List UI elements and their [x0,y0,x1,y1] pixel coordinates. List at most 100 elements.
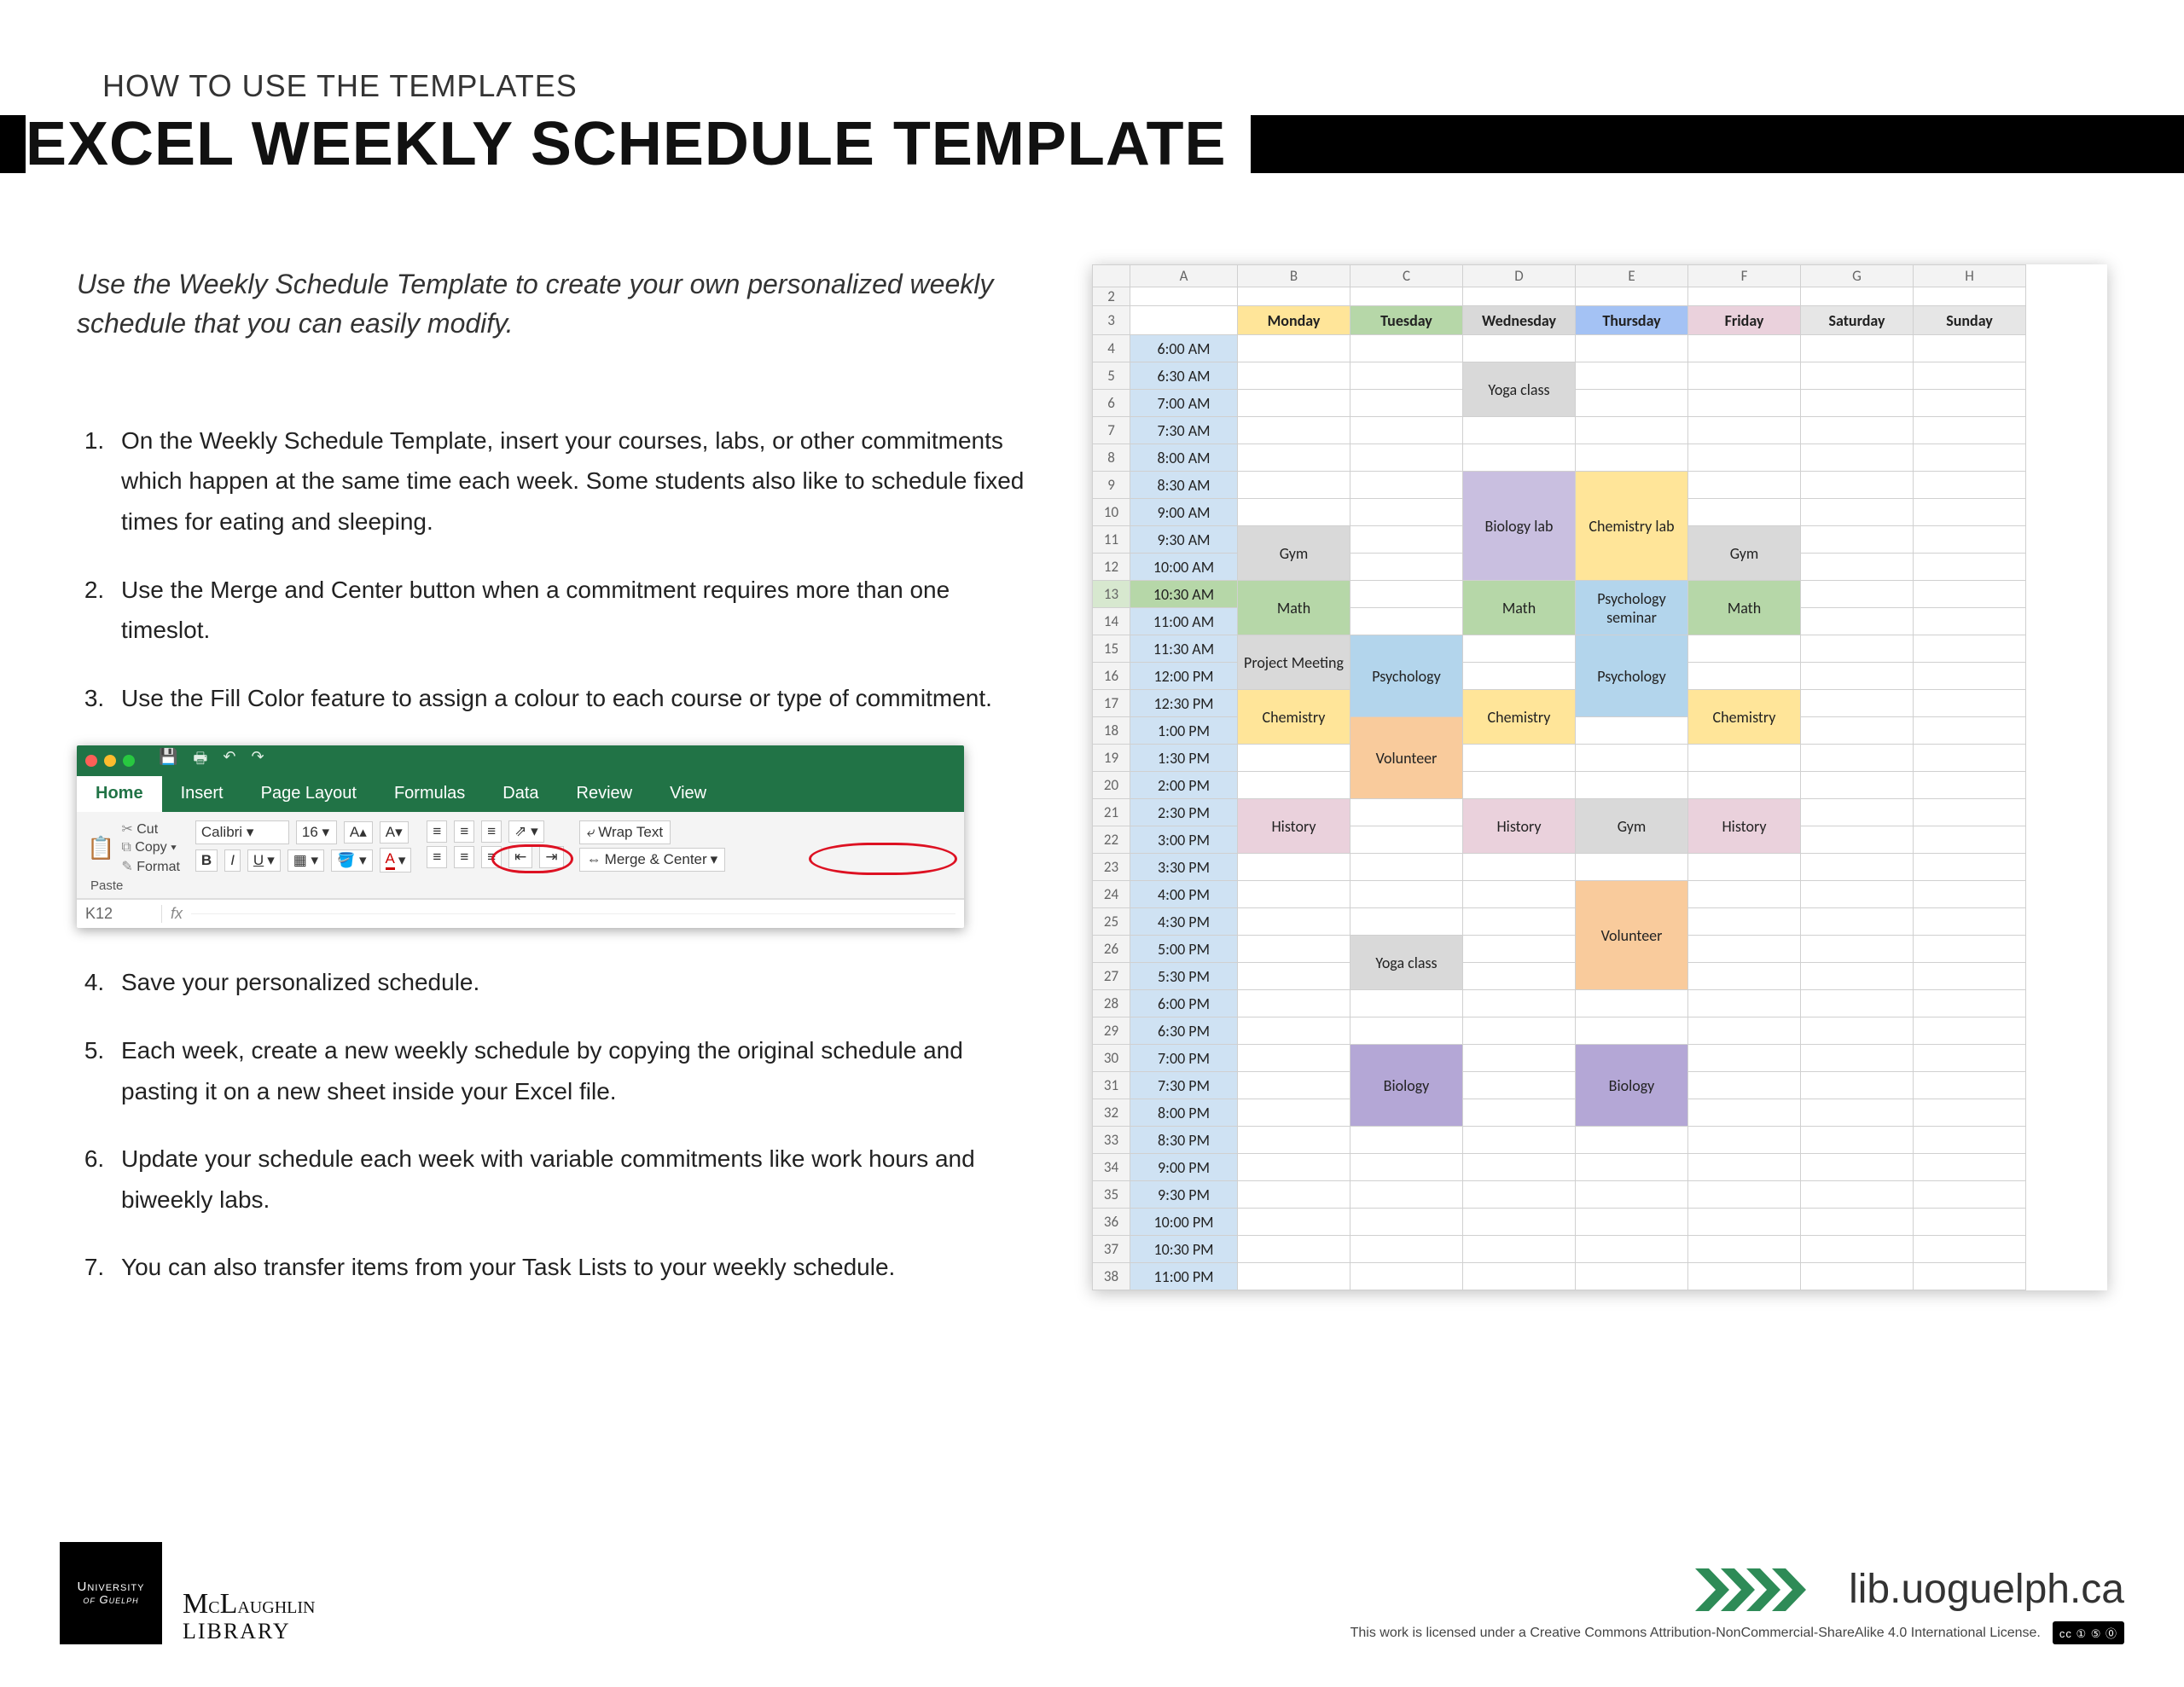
empty-cell[interactable] [1463,1099,1576,1127]
empty-cell[interactable] [1688,1127,1801,1154]
row-header[interactable]: 18 [1093,717,1130,745]
empty-cell[interactable] [1801,554,1914,581]
row-header[interactable]: 32 [1093,1099,1130,1127]
empty-cell[interactable] [1914,1072,2026,1099]
empty-cell[interactable] [1688,1154,1801,1181]
empty-cell[interactable] [1463,1181,1576,1209]
row-header[interactable]: 20 [1093,772,1130,799]
empty-cell[interactable] [1688,1236,1801,1263]
empty-cell[interactable] [1801,1127,1914,1154]
empty-cell[interactable] [1238,1045,1350,1072]
empty-cell[interactable] [1238,1154,1350,1181]
empty-cell[interactable] [1801,1209,1914,1236]
empty-cell[interactable] [1801,1263,1914,1290]
empty-cell[interactable] [1688,772,1801,799]
row-header[interactable]: 14 [1093,608,1130,635]
empty-cell[interactable] [1238,1017,1350,1045]
empty-cell[interactable] [1914,1045,2026,1072]
empty-cell[interactable] [1914,444,2026,472]
empty-cell[interactable] [1238,745,1350,772]
row-header[interactable]: 25 [1093,908,1130,936]
empty-cell[interactable] [1576,1181,1688,1209]
empty-cell[interactable] [1238,472,1350,499]
row-header[interactable]: 34 [1093,1154,1130,1181]
row-header[interactable]: 36 [1093,1209,1130,1236]
align-center-button[interactable]: ≡ [454,846,474,868]
empty-cell[interactable] [1576,417,1688,444]
row-header[interactable]: 27 [1093,963,1130,990]
column-header[interactable]: B [1238,265,1350,287]
empty-cell[interactable] [1914,772,2026,799]
empty-cell[interactable] [1688,499,1801,526]
empty-cell[interactable] [1576,362,1688,390]
column-header[interactable]: D [1463,265,1576,287]
empty-cell[interactable] [1463,908,1576,936]
empty-cell[interactable] [1801,390,1914,417]
empty-cell[interactable] [1238,1236,1350,1263]
empty-cell[interactable] [1576,990,1688,1017]
empty-cell[interactable] [1350,444,1463,472]
row-header[interactable]: 28 [1093,990,1130,1017]
empty-cell[interactable] [1576,1236,1688,1263]
empty-cell[interactable] [1801,1045,1914,1072]
tab-home[interactable]: Home [77,776,162,812]
row-header[interactable]: 29 [1093,1017,1130,1045]
empty-cell[interactable] [1801,1072,1914,1099]
empty-cell[interactable] [1238,854,1350,881]
row-header[interactable]: 5 [1093,362,1130,390]
column-header[interactable]: G [1801,265,1914,287]
empty-cell[interactable] [1463,881,1576,908]
empty-cell[interactable] [1801,472,1914,499]
empty-cell[interactable] [1801,635,1914,663]
copy-button[interactable]: ⧉ Copy ▾ [121,840,180,855]
empty-cell[interactable] [1688,908,1801,936]
italic-button[interactable]: I [224,849,241,872]
empty-cell[interactable] [1463,1072,1576,1099]
row-header[interactable]: 19 [1093,745,1130,772]
empty-cell[interactable] [1688,854,1801,881]
empty-cell[interactable] [1801,362,1914,390]
empty-cell[interactable] [1801,1154,1914,1181]
empty-cell[interactable] [1463,635,1576,663]
empty-cell[interactable] [1688,663,1801,690]
row-header[interactable]: 17 [1093,690,1130,717]
empty-cell[interactable] [1801,335,1914,362]
empty-cell[interactable] [1350,990,1463,1017]
row-header[interactable]: 7 [1093,417,1130,444]
row-header[interactable]: 11 [1093,526,1130,554]
empty-cell[interactable] [1576,745,1688,772]
empty-cell[interactable] [1576,390,1688,417]
column-header[interactable]: C [1350,265,1463,287]
empty-cell[interactable] [1463,1263,1576,1290]
empty-cell[interactable] [1463,1045,1576,1072]
empty-cell[interactable] [1914,608,2026,635]
tab-view[interactable]: View [651,776,725,812]
empty-cell[interactable] [1914,472,2026,499]
empty-cell[interactable] [1688,1263,1801,1290]
tab-insert[interactable]: Insert [162,776,242,812]
name-box[interactable]: K12 [85,905,162,923]
empty-cell[interactable] [1688,1017,1801,1045]
row-header[interactable]: 12 [1093,554,1130,581]
row-header[interactable]: 23 [1093,854,1130,881]
column-header[interactable]: A [1130,265,1238,287]
empty-cell[interactable] [1350,472,1463,499]
row-header[interactable]: 10 [1093,499,1130,526]
empty-cell[interactable] [1801,854,1914,881]
empty-cell[interactable] [1801,417,1914,444]
empty-cell[interactable] [1350,581,1463,608]
empty-cell[interactable] [1238,881,1350,908]
column-header[interactable]: F [1688,265,1801,287]
row-header[interactable]: 15 [1093,635,1130,663]
empty-cell[interactable] [1238,772,1350,799]
empty-cell[interactable] [1576,1263,1688,1290]
empty-cell[interactable] [1801,745,1914,772]
empty-cell[interactable] [1350,1127,1463,1154]
empty-cell[interactable] [1350,1236,1463,1263]
empty-cell[interactable] [1238,417,1350,444]
row-header[interactable]: 2 [1093,287,1130,306]
empty-cell[interactable] [1238,990,1350,1017]
empty-cell[interactable] [1350,362,1463,390]
align-middle-button[interactable]: ≡ [454,820,474,843]
row-header[interactable]: 6 [1093,390,1130,417]
